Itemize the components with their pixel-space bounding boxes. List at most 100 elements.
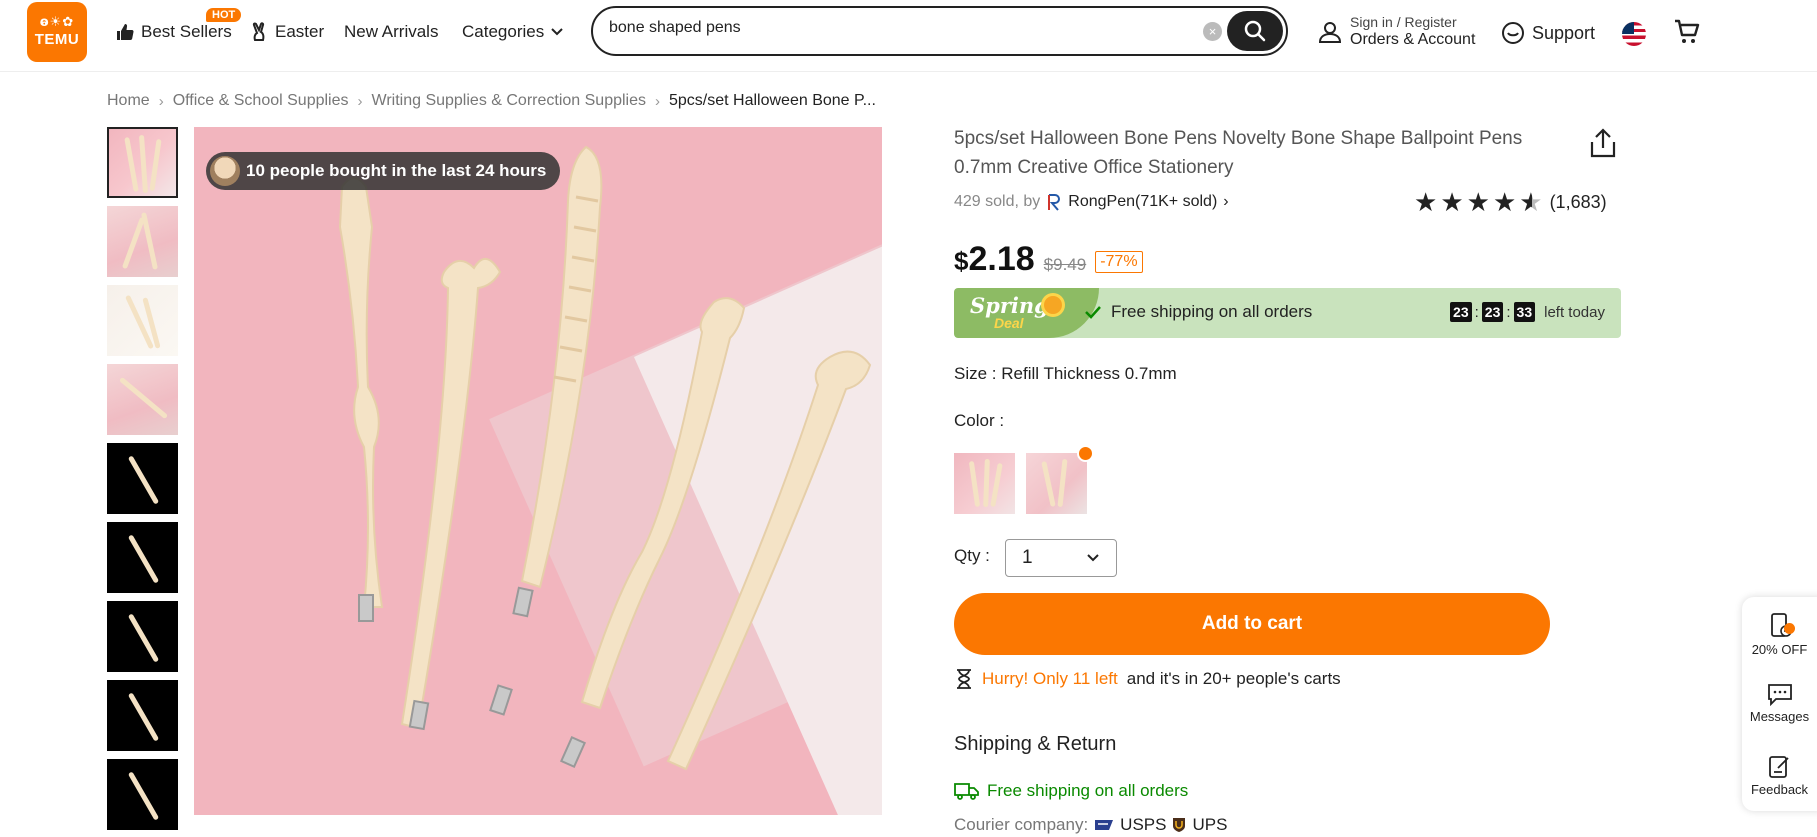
share-icon [1590, 128, 1616, 158]
orders-account-label: Orders & Account [1350, 31, 1476, 48]
message-icon [1767, 684, 1792, 707]
nav-categories[interactable]: Categories [462, 22, 564, 42]
feedback-label: Feedback [1750, 782, 1809, 797]
account-menu[interactable]: Sign in / Register Orders & Account [1318, 14, 1475, 49]
messages-button[interactable]: Messages [1742, 682, 1817, 724]
thumbnail[interactable] [107, 443, 178, 514]
cart-icon [1675, 19, 1700, 43]
thumbnail[interactable] [107, 127, 178, 198]
thumbnail[interactable] [107, 680, 178, 751]
search-icon [1244, 20, 1266, 42]
product-title: 5pcs/set Halloween Bone Pens Novelty Bon… [954, 128, 1523, 178]
breadcrumb-home[interactable]: Home [107, 92, 150, 110]
breadcrumb-writing[interactable]: Writing Supplies & Correction Supplies [372, 92, 647, 110]
recent-purchases-text: 10 people bought in the last 24 hours [246, 161, 547, 180]
thumbnail[interactable] [107, 285, 178, 356]
discount-badge: -77% [1095, 251, 1143, 273]
half-star-icon: ★ [1519, 187, 1543, 217]
search-bar: × [591, 6, 1288, 56]
avatar [210, 156, 240, 186]
timer-suffix: left today [1544, 303, 1605, 321]
hot-item-icon [1077, 445, 1094, 462]
sign-in-label: Sign in / Register [1350, 14, 1457, 30]
stock-rest: and it's in 20+ people's carts [1126, 669, 1341, 688]
coupon-label: 20% OFF [1751, 642, 1808, 657]
thumbnail[interactable] [107, 364, 178, 435]
deal-line2: Deal [994, 315, 1024, 331]
current-price: $2.18 [954, 240, 1035, 279]
logo-text: TEMU [34, 31, 80, 48]
courier-usps: USPS [1120, 815, 1167, 834]
timer-minutes: 23 [1481, 302, 1504, 322]
chevron-right-icon: › [1223, 193, 1229, 210]
clear-search-icon[interactable]: × [1203, 22, 1222, 41]
courier-ups: UPS [1192, 815, 1228, 834]
star-icon: ★ [1414, 187, 1438, 217]
free-shipping-text: Free shipping on all orders [1111, 302, 1313, 321]
thumbnail[interactable] [107, 601, 178, 672]
store-link[interactable]: RongPen(71K+ sold) [1068, 193, 1217, 211]
breadcrumb: Home › Office & School Supplies › Writin… [107, 92, 876, 110]
flower-icon [1044, 296, 1062, 314]
nav-new-arrivals[interactable]: New Arrivals [344, 22, 438, 42]
timer-seconds: 33 [1513, 302, 1536, 322]
share-button[interactable] [1588, 127, 1618, 164]
nav-label: New Arrivals [344, 22, 439, 41]
nav-easter[interactable]: Easter [249, 22, 324, 42]
main-product-image[interactable]: 10 people bought in the last 24 hours [194, 127, 882, 815]
shipping-line: Free shipping on all orders [987, 781, 1189, 800]
search-button[interactable] [1227, 11, 1283, 51]
nav-label: Easter [275, 22, 325, 41]
spring-deal-badge: Spring Deal [954, 288, 1099, 338]
add-to-cart-button[interactable]: Add to cart [954, 593, 1550, 655]
chevron-right-icon: › [655, 92, 660, 110]
us-flag-icon[interactable] [1622, 22, 1646, 46]
shipping-return-title: Shipping & Return [954, 733, 1117, 755]
usps-icon [1095, 820, 1114, 830]
thumbs-up-icon [117, 24, 134, 40]
thumbnail[interactable] [107, 759, 178, 830]
messages-label: Messages [1749, 709, 1810, 724]
color-swatch[interactable] [1026, 453, 1087, 514]
timer-hours: 23 [1450, 302, 1472, 322]
deal-banner: Spring Deal Free shipping on all orders … [954, 288, 1621, 338]
breadcrumb-office[interactable]: Office & School Supplies [173, 92, 349, 110]
nav-best-sellers[interactable]: Best Sellers [115, 22, 232, 42]
ups-icon [1173, 818, 1186, 832]
logo-glyphs: ⱺ☀✿ [39, 14, 75, 29]
shipping-info: Free shipping on all orders [954, 781, 1188, 801]
truck-icon [954, 783, 979, 800]
chevron-down-icon [1087, 554, 1099, 562]
qty-value: 1 [1022, 547, 1033, 568]
free-shipping-note: Free shipping on all orders [1084, 302, 1312, 322]
support-label: Support [1532, 22, 1596, 43]
store-icon [1048, 194, 1061, 211]
thumbnail[interactable] [107, 206, 178, 277]
thumbnail-list [107, 127, 178, 837]
size-value: Refill Thickness 0.7mm [1001, 364, 1177, 383]
nav-label: Categories [462, 22, 545, 41]
sold-info: 429 sold, by RongPen(71K+ sold) › [954, 193, 1229, 211]
search-input[interactable] [609, 19, 1189, 37]
quantity-select[interactable]: 1 [1005, 539, 1117, 577]
stock-highlight: Hurry! Only 11 left [982, 669, 1118, 688]
nav-label: Best Sellers [141, 22, 232, 41]
cart-button[interactable] [1673, 18, 1701, 51]
rating[interactable]: ★ ★ ★ ★ ★ (1,683) [1414, 187, 1607, 217]
original-price: $9.49 [1043, 255, 1087, 274]
recent-purchases-badge: 10 people bought in the last 24 hours [206, 152, 561, 190]
support-chat-icon [1502, 22, 1524, 44]
review-count: (1,683) [1549, 191, 1607, 212]
thumbnail[interactable] [107, 522, 178, 593]
site-header: ⱺ☀✿ TEMU Best Sellers HOT Easter New Arr… [0, 0, 1817, 72]
coupon-button[interactable]: 20% OFF [1742, 611, 1817, 657]
star-icon: ★ [1466, 187, 1490, 217]
feedback-button[interactable]: Feedback [1742, 753, 1817, 797]
color-swatch[interactable] [954, 453, 1015, 514]
support-link[interactable]: Support [1501, 21, 1595, 45]
sold-count: 429 sold, by [954, 193, 1041, 210]
countdown-timer: 23: 23: 33 left today [1450, 302, 1605, 322]
currency-symbol: $ [954, 246, 969, 276]
courier-info: Courier company: USPS UPS [954, 815, 1227, 835]
temu-logo[interactable]: ⱺ☀✿ TEMU [27, 2, 87, 62]
